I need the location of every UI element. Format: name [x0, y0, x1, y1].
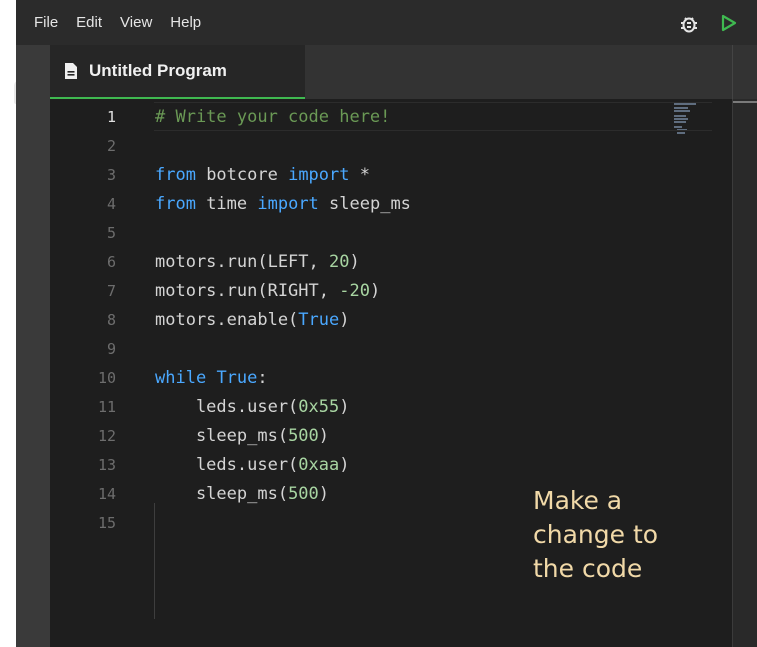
code-text: motors.enable(True): [155, 310, 350, 330]
tab-label: Untitled Program: [89, 61, 227, 80]
code-token: 20: [329, 251, 350, 272]
line-number: 10: [97, 368, 116, 387]
line-number: 12: [97, 426, 116, 445]
code-token: ): [369, 280, 381, 301]
toolbar-actions: [679, 0, 739, 45]
line-number: 8: [106, 310, 116, 329]
code-line[interactable]: 13 leds.user(0xaa): [50, 450, 732, 479]
tab-untitled-program[interactable]: Untitled Program: [50, 45, 305, 99]
play-icon[interactable]: [719, 13, 739, 33]
code-text: from time import sleep_ms: [155, 194, 411, 214]
code-line[interactable]: 10 while True:: [50, 363, 732, 392]
code-line[interactable]: 5: [50, 218, 732, 247]
menu-edit[interactable]: Edit: [67, 0, 111, 45]
code-token: sleep_ms(: [155, 425, 289, 446]
code-token: while: [155, 367, 207, 388]
code-line[interactable]: 8 motors.enable(True): [50, 305, 732, 334]
code-token: leds.user(: [155, 396, 299, 417]
code-token: sleep_ms: [318, 193, 411, 214]
line-number: 2: [106, 136, 116, 155]
code-token: ): [349, 251, 360, 272]
divider: [732, 45, 733, 99]
file-icon: [63, 62, 79, 80]
line-number: 13: [97, 455, 116, 474]
code-text: from botcore import *: [155, 165, 370, 185]
code-token: ): [318, 483, 330, 504]
scrollbar-thumb-edge: [733, 101, 757, 103]
line-number: 3: [106, 165, 116, 184]
code-token: True: [216, 367, 258, 388]
code-token: 0x55: [298, 396, 340, 417]
code-line[interactable]: 4 from time import sleep_ms: [50, 189, 732, 218]
code-token: ): [339, 309, 350, 330]
code-text: leds.user(0xaa): [155, 455, 350, 475]
code-text: motors.run(RIGHT, -20): [155, 281, 380, 301]
code-line[interactable]: 12 sleep_ms(500): [50, 421, 732, 450]
active-line-highlight: [154, 102, 712, 131]
code-token: sleep_ms(: [155, 483, 289, 504]
code-token: ): [318, 425, 330, 446]
code-token: :: [257, 367, 268, 388]
code-token: 500: [288, 483, 319, 504]
code-text: while True:: [155, 368, 268, 388]
code-token: ): [339, 396, 350, 417]
annotation-line: the code: [533, 554, 643, 583]
menu-bar: File Edit View Help: [16, 0, 757, 45]
code-line[interactable]: 11 leds.user(0x55): [50, 392, 732, 421]
left-panel: [16, 45, 50, 647]
code-line[interactable]: 9: [50, 334, 732, 363]
code-text: sleep_ms(500): [155, 426, 329, 446]
line-number: 6: [106, 252, 116, 271]
code-line[interactable]: 7 motors.run(RIGHT, -20): [50, 276, 732, 305]
line-number: 1: [106, 107, 116, 126]
code-token: motors.run(LEFT,: [155, 251, 329, 272]
line-number: 15: [97, 513, 116, 532]
code-line[interactable]: 3 from botcore import *: [50, 160, 732, 189]
tab-bar: Untitled Program: [50, 45, 757, 99]
code-line[interactable]: 6 motors.run(LEFT, 20): [50, 247, 732, 276]
code-token: ): [339, 454, 350, 475]
code-text: sleep_ms(500): [155, 484, 329, 504]
code-token: 0xaa: [298, 454, 340, 475]
line-number: 14: [97, 484, 116, 503]
annotation-text: Make a change to the code: [533, 484, 713, 586]
line-number: 4: [106, 194, 116, 213]
code-token: 500: [288, 425, 319, 446]
code-token: import: [288, 164, 350, 185]
scrollbar[interactable]: [732, 99, 757, 647]
code-line[interactable]: 2: [50, 131, 732, 160]
code-token: botcore: [195, 164, 289, 185]
code-token: from: [155, 193, 196, 214]
code-token: *: [349, 164, 370, 185]
code-token: time: [195, 193, 258, 214]
menu-help[interactable]: Help: [161, 0, 210, 45]
code-line[interactable]: 1 # Write your code here!: [50, 102, 732, 131]
code-text: motors.run(LEFT, 20): [155, 252, 360, 272]
annotation-line: Make a: [533, 486, 623, 515]
code-token: True: [298, 309, 340, 330]
code-token: motors.enable(: [155, 309, 299, 330]
code-token: leds.user(: [155, 454, 299, 475]
code-token: -20: [339, 280, 370, 301]
code-text: leds.user(0x55): [155, 397, 350, 417]
menu-file[interactable]: File: [16, 0, 67, 45]
line-number: 11: [97, 397, 116, 416]
code-token: motors.run(RIGHT,: [155, 280, 340, 301]
line-number: 5: [106, 223, 116, 242]
annotation-line: change to: [533, 520, 659, 549]
code-token: from: [155, 164, 196, 185]
code-token: import: [257, 193, 319, 214]
menu-view[interactable]: View: [111, 0, 161, 45]
line-number: 9: [106, 339, 116, 358]
bug-icon[interactable]: [679, 13, 699, 33]
line-number: 7: [106, 281, 116, 300]
